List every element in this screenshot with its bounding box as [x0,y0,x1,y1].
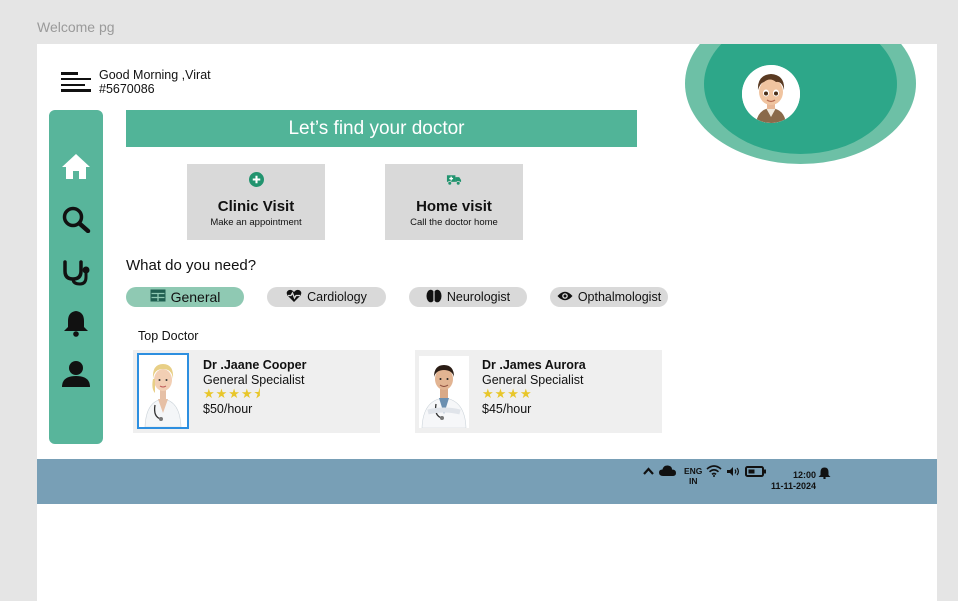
user-icon[interactable] [60,358,92,390]
doctor-card[interactable]: Dr .James Aurora General Specialist ★★★★… [415,350,662,433]
need-heading: What do you need? [126,257,257,274]
doctor-name: Dr .James Aurora [482,358,586,372]
doctor-specialty: General Specialist [482,373,584,387]
top-doctor-heading: Top Doctor [138,329,199,343]
doctor-card[interactable]: Dr .Jaane Cooper General Specialist ★★★★… [133,350,380,433]
clinic-visit-subtitle: Make an appointment [210,217,302,228]
plus-circle-icon [248,171,264,187]
chevron-up-icon[interactable] [643,467,654,477]
greeting-header: Good Morning ,Virat #5670086 [61,68,211,96]
taskbar: ENG IN 12:00 11-11-2024 [37,459,937,504]
frame-label: Welcome pg [37,19,115,35]
clock[interactable]: 12:00 11-11-2024 [764,470,816,492]
heart-pulse-icon [286,289,302,306]
clock-date: 11-11-2024 [770,481,816,491]
category-label: Opthalmologist [577,290,662,304]
rating-stars: ★★★★⯨ [203,386,262,401]
doctor-price: $50/hour [203,402,253,416]
category-label: General [170,289,221,305]
bell-icon[interactable] [60,307,92,339]
home-visit-title: Home visit [416,198,492,215]
eye-icon [557,290,573,305]
user-id: #5670086 [99,82,155,96]
wifi-icon[interactable] [706,465,722,479]
category-label: Cardiology [307,290,367,304]
doctor-specialty: General Specialist [203,373,305,387]
clock-time: 12:00 [792,470,816,480]
clinic-visit-title: Clinic Visit [217,198,295,215]
doctor-photo [137,353,189,429]
doctor-name: Dr .Jaane Cooper [203,358,307,372]
category-neurologist[interactable]: Neurologist [409,287,527,307]
rating-stars: ★★★★ [482,386,533,401]
region-code: IN [688,476,698,486]
category-general[interactable]: General [126,287,244,307]
clinic-visit-card[interactable]: Clinic Visit Make an appointment [187,164,325,240]
doctor-photo [419,356,469,428]
category-opthalmologist[interactable]: Opthalmologist [550,287,668,307]
doctor-price: $45/hour [482,402,532,416]
welcome-page: Good Morning ,Virat #5670086 Let’s find … [37,44,937,601]
menu-icon[interactable] [61,72,91,92]
category-label: Neurologist [446,290,511,304]
avatar[interactable] [742,65,800,123]
language-indicator[interactable]: ENG IN [684,466,702,486]
volume-icon[interactable] [727,467,741,478]
notification-bell-icon[interactable] [818,467,831,481]
category-cardiology[interactable]: Cardiology [267,287,386,307]
home-visit-subtitle: Call the doctor home [410,217,498,228]
banner-text: Let’s find your doctor [288,117,465,139]
home-visit-card[interactable]: Home visit Call the doctor home [385,164,523,240]
cloud-icon[interactable] [659,465,676,478]
brain-icon [426,289,442,306]
home-icon[interactable] [60,150,92,182]
greeting-text: Good Morning ,Virat [99,68,211,82]
ambulance-icon [446,171,462,187]
stethoscope-icon[interactable] [60,256,92,288]
lang-code: ENG [684,466,703,476]
sidebar [49,110,103,444]
find-doctor-banner: Let’s find your doctor [126,110,637,147]
search-icon[interactable] [60,203,92,235]
table-icon [150,289,166,305]
